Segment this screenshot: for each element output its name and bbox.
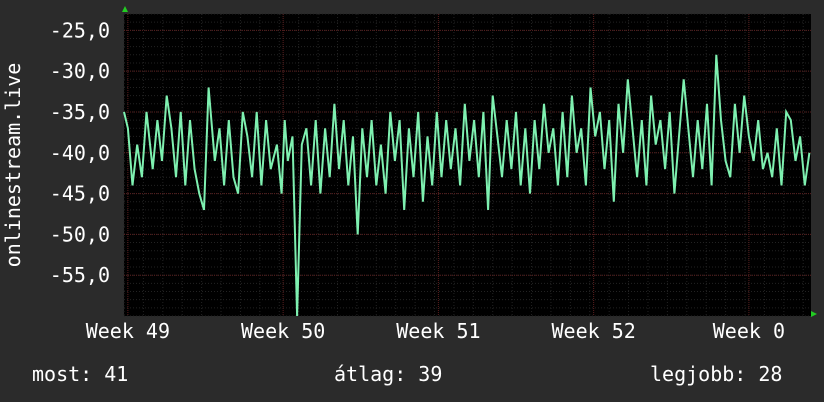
- y-tick-label: -35,0: [50, 100, 110, 124]
- y-tick-label: -30,0: [50, 59, 110, 83]
- stat-current: most: 41: [32, 362, 129, 386]
- y-tick-label: -55,0: [50, 263, 110, 287]
- stat-best: legjobb: 28: [650, 362, 783, 386]
- x-tick-label: Week 52: [551, 319, 635, 343]
- plot-area: [124, 14, 811, 316]
- chart: -25,0 -30,0 -35,0 -40,0 -45,0 -50,0 -55,0 Week…: [1, 6, 817, 343]
- x-tick-label: Week 49: [86, 319, 170, 343]
- x-tick-label: Week 50: [241, 319, 325, 343]
- x-tick-label: Week 51: [396, 319, 480, 343]
- y-tick-label: -45,0: [50, 182, 110, 206]
- y-axis-label: onlinestream.live: [1, 63, 25, 268]
- x-axis-arrow-icon: [811, 311, 817, 317]
- y-axis: -25,0 -30,0 -35,0 -40,0 -45,0 -50,0 -55,0: [50, 18, 110, 287]
- x-axis: Week 49 Week 50 Week 51 Week 52 Week 0: [86, 319, 785, 343]
- y-tick-label: -25,0: [50, 18, 110, 42]
- y-tick-label: -50,0: [50, 222, 110, 246]
- y-tick-label: -40,0: [50, 141, 110, 165]
- x-tick-label: Week 0: [713, 319, 785, 343]
- y-axis-arrow-icon: [122, 6, 128, 12]
- stat-average: átlag: 39: [334, 362, 443, 386]
